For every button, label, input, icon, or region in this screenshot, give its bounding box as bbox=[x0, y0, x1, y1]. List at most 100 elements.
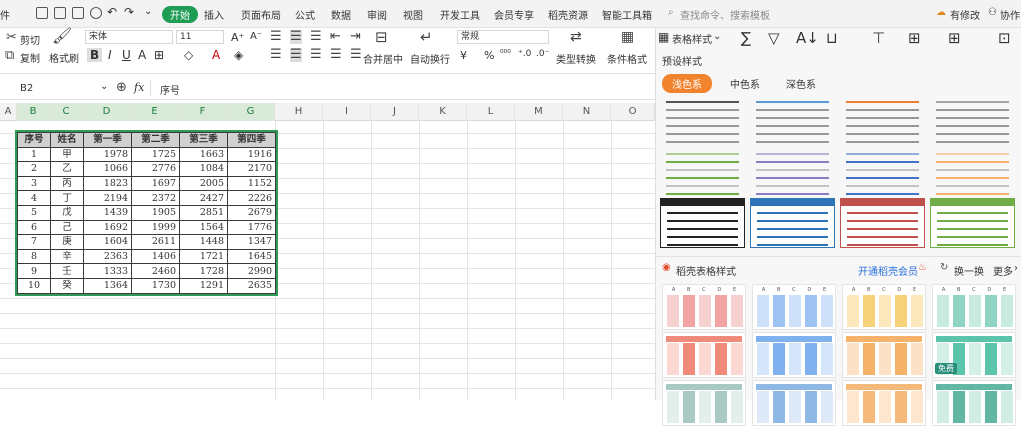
search-input[interactable]: 查找命令、搜索模板 bbox=[680, 7, 770, 22]
more-button[interactable]: 更多 bbox=[993, 263, 1013, 278]
table-cell[interactable]: 8 bbox=[17, 248, 51, 265]
refresh-icon[interactable]: ↻ bbox=[940, 262, 948, 273]
align-middle-icon[interactable]: ☰ bbox=[290, 30, 302, 44]
table-cell[interactable]: 1663 bbox=[179, 146, 228, 163]
daoke-template-card[interactable] bbox=[842, 332, 926, 378]
table-cell[interactable]: 庚 bbox=[50, 234, 84, 250]
daoke-template-card[interactable]: 免费 bbox=[932, 332, 1016, 378]
daoke-template-card[interactable]: A B C D E bbox=[842, 284, 926, 330]
table-cell[interactable]: 1439 bbox=[83, 204, 132, 221]
underline-button[interactable]: U bbox=[122, 48, 131, 62]
copy-icon[interactable]: ⧉ bbox=[5, 49, 14, 63]
table-cell[interactable]: 戊 bbox=[50, 204, 84, 221]
table-cell[interactable]: 2851 bbox=[179, 204, 228, 221]
border-icon[interactable]: ⊞ bbox=[154, 48, 164, 62]
table-cell[interactable]: 1448 bbox=[179, 234, 228, 250]
table-cell[interactable]: 1 bbox=[17, 146, 51, 163]
modified-status[interactable]: 有修改 bbox=[950, 7, 980, 22]
table-cell[interactable]: 癸 bbox=[50, 277, 84, 294]
daoke-template-card[interactable]: A B C D E bbox=[932, 284, 1016, 330]
cond-format-icon[interactable]: ▦ bbox=[621, 30, 634, 44]
menu-daoke[interactable]: 稻壳资源 bbox=[548, 7, 588, 22]
daoke-template-card[interactable]: A B C D E bbox=[752, 284, 836, 330]
table-cell[interactable]: 1645 bbox=[227, 248, 276, 265]
merge-center-button[interactable]: 合并居中 bbox=[363, 51, 403, 66]
header-cell[interactable]: 姓名 bbox=[50, 132, 84, 148]
merge-center-icon[interactable]: ⊟ bbox=[375, 30, 388, 45]
export-pdf-icon[interactable] bbox=[54, 7, 66, 19]
column-header[interactable]: C bbox=[50, 103, 83, 121]
table-cell[interactable]: 1084 bbox=[179, 161, 228, 177]
wrap-text-button[interactable]: 自动换行 bbox=[410, 51, 450, 66]
tab-light[interactable]: 浅色系 bbox=[662, 74, 712, 93]
table-cell[interactable]: 1916 bbox=[227, 146, 276, 163]
font-shrink-icon[interactable]: A⁻ bbox=[250, 31, 262, 42]
distribute-icon[interactable]: ☰ bbox=[350, 48, 362, 62]
daoke-template-card[interactable] bbox=[842, 380, 926, 426]
table-cell[interactable]: 5 bbox=[17, 204, 51, 221]
fx-button[interactable]: fx bbox=[134, 81, 144, 94]
table-cell[interactable]: 2776 bbox=[131, 161, 180, 177]
fill-icon[interactable]: ⊔ bbox=[826, 29, 838, 47]
menu-review[interactable]: 审阅 bbox=[367, 7, 387, 22]
print-preview-icon[interactable] bbox=[90, 7, 102, 19]
zoom-icon[interactable]: ⊕ bbox=[116, 81, 127, 95]
number-format-select[interactable]: 常规 bbox=[457, 30, 549, 44]
table-cell[interactable]: 2460 bbox=[131, 263, 180, 279]
table-cell[interactable]: 2226 bbox=[227, 190, 276, 206]
table-cell[interactable]: 7 bbox=[17, 234, 51, 250]
column-header[interactable]: N bbox=[563, 103, 611, 121]
align-bottom-icon[interactable]: ☰ bbox=[310, 30, 322, 44]
find-icon[interactable]: ⊡ bbox=[998, 29, 1011, 47]
table-cell[interactable]: 9 bbox=[17, 263, 51, 279]
align-right-icon[interactable]: ☰ bbox=[310, 48, 322, 62]
table-cell[interactable]: 1604 bbox=[83, 234, 132, 250]
print-icon[interactable] bbox=[72, 7, 84, 19]
menu-insert[interactable]: 插入 bbox=[204, 7, 224, 22]
table-cell[interactable]: 1905 bbox=[131, 204, 180, 221]
copy-button[interactable]: 复制 bbox=[20, 50, 40, 65]
column-header[interactable]: K bbox=[419, 103, 467, 121]
font-name-select[interactable]: 宋体 bbox=[85, 30, 173, 44]
daoke-template-card[interactable] bbox=[752, 332, 836, 378]
table-cell[interactable]: 1776 bbox=[227, 219, 276, 236]
sum-icon[interactable]: ∑ bbox=[741, 29, 751, 47]
table-cell[interactable]: 己 bbox=[50, 219, 84, 236]
currency-button[interactable]: ¥ bbox=[460, 49, 467, 62]
table-style-icon[interactable]: ▦ bbox=[658, 30, 669, 44]
data-table[interactable]: 序号 姓名 第一季 第二季 第三季 第四季 1 甲 1978 1725 1663 1916 2 乙 1066… bbox=[15, 130, 278, 296]
table-cell[interactable]: 辛 bbox=[50, 248, 84, 265]
menu-member[interactable]: 会员专享 bbox=[494, 7, 534, 22]
format-painter-button[interactable]: 格式刷 bbox=[49, 50, 79, 65]
table-cell[interactable]: 2170 bbox=[227, 161, 276, 177]
preset-style-swatch[interactable] bbox=[840, 198, 925, 248]
column-header[interactable]: A bbox=[0, 103, 17, 121]
table-cell[interactable]: 丙 bbox=[50, 175, 84, 192]
daoke-template-card[interactable] bbox=[932, 380, 1016, 426]
format-painter-icon[interactable]: 🖌 bbox=[52, 28, 72, 44]
daoke-template-card[interactable] bbox=[662, 380, 746, 426]
search-icon[interactable]: ⌕ bbox=[668, 7, 674, 18]
increase-decimal-icon[interactable]: ⁺.0 bbox=[518, 49, 531, 59]
table-cell[interactable]: 1978 bbox=[83, 146, 132, 163]
table-cell[interactable]: 2635 bbox=[227, 277, 276, 294]
table-cell[interactable]: 10 bbox=[17, 277, 51, 294]
preset-style-swatch[interactable] bbox=[750, 148, 835, 198]
menu-file[interactable]: 件 bbox=[0, 7, 10, 22]
column-header[interactable]: H bbox=[275, 103, 323, 121]
table-cell[interactable]: 2 bbox=[17, 161, 51, 177]
column-header[interactable]: I bbox=[323, 103, 371, 121]
table-cell[interactable]: 1406 bbox=[131, 248, 180, 265]
table-cell[interactable]: 1730 bbox=[131, 277, 180, 294]
align-top-icon[interactable]: ☰ bbox=[270, 30, 282, 44]
table-cell[interactable]: 1725 bbox=[131, 146, 180, 163]
column-header[interactable]: E bbox=[131, 103, 179, 121]
indent-left-icon[interactable]: ⇤ bbox=[330, 30, 341, 44]
table-cell[interactable]: 甲 bbox=[50, 146, 84, 163]
menu-smart-toolbox[interactable]: 智能工具箱 bbox=[602, 7, 652, 22]
column-header[interactable]: O bbox=[611, 103, 655, 121]
table-cell[interactable]: 2679 bbox=[227, 204, 276, 221]
table-cell[interactable]: 2005 bbox=[179, 175, 228, 192]
table-cell[interactable]: 1721 bbox=[179, 248, 228, 265]
column-header[interactable]: M bbox=[515, 103, 563, 121]
